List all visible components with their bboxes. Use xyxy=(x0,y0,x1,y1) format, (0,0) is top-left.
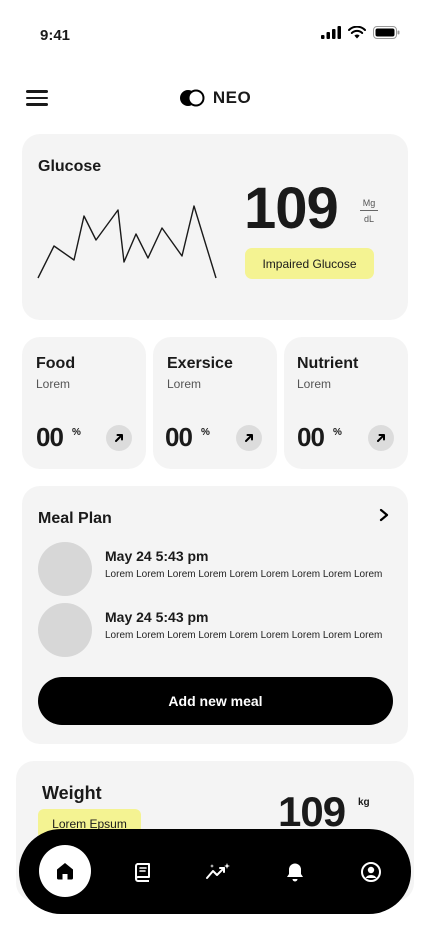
glucose-unit-top: Mg xyxy=(360,198,378,211)
glucose-unit-bottom: dL xyxy=(363,214,374,224)
profile-icon[interactable] xyxy=(341,829,401,914)
metric-value: 00 xyxy=(36,422,64,452)
glucose-status-badge: Impaired Glucose xyxy=(245,248,374,279)
brand-name: NEO xyxy=(212,88,252,107)
metric-subtitle: Lorem xyxy=(36,377,71,391)
bottom-nav xyxy=(19,829,411,914)
meal-plan-title: Meal Plan xyxy=(38,510,112,527)
cellular-signal-icon xyxy=(321,26,341,39)
weight-unit: kg xyxy=(358,797,370,808)
glucose-title: Glucose xyxy=(38,158,102,175)
weight-title: Weight xyxy=(42,783,102,803)
add-new-meal-button[interactable]: Add new meal xyxy=(38,677,393,725)
metric-title: Food xyxy=(36,355,76,372)
metric-card-nutrient[interactable]: Nutrient Lorem 00 % xyxy=(284,337,408,469)
glucose-sparkline-line xyxy=(37,205,217,279)
status-bar: 9:41 xyxy=(0,0,430,70)
book-icon[interactable] xyxy=(112,829,172,914)
meal-thumbnail xyxy=(38,542,92,596)
home-icon[interactable] xyxy=(39,845,91,897)
bell-icon[interactable] xyxy=(265,829,325,914)
battery-icon xyxy=(373,26,400,39)
meal-list-item[interactable]: May 24 5:43 pm Lorem Lorem Lorem Lorem L… xyxy=(38,542,394,598)
app-header: NEO xyxy=(0,80,430,120)
brand: NEO xyxy=(0,88,430,108)
weight-value: 109 xyxy=(278,788,346,835)
trend-sparkle-icon[interactable] xyxy=(188,829,248,914)
metric-unit: % xyxy=(201,427,210,438)
meal-plan-card: Meal Plan May 24 5:43 pm Lorem Lorem Lor… xyxy=(22,486,408,744)
wifi-icon xyxy=(348,26,366,39)
metric-card-food[interactable]: Food Lorem 00 % xyxy=(22,337,146,469)
meal-date: May 24 5:43 pm xyxy=(105,548,209,564)
status-icons xyxy=(321,26,400,39)
metric-subtitle: Lorem xyxy=(297,377,332,391)
chevron-right-icon[interactable] xyxy=(378,508,390,527)
glucose-sparkline xyxy=(37,205,217,279)
arrow-up-right-icon[interactable] xyxy=(236,425,262,451)
metric-value: 00 xyxy=(165,422,193,452)
meal-list-item[interactable]: May 24 5:43 pm Lorem Lorem Lorem Lorem L… xyxy=(38,603,394,659)
metric-subtitle: Lorem xyxy=(167,377,202,391)
metric-value: 00 xyxy=(297,422,325,452)
meal-description: Lorem Lorem Lorem Lorem Lorem Lorem Lore… xyxy=(105,569,383,580)
glucose-value: 109 xyxy=(244,176,339,241)
status-time: 9:41 xyxy=(40,27,71,44)
arrow-up-right-icon[interactable] xyxy=(368,425,394,451)
metric-title: Exersice xyxy=(167,355,233,372)
metric-title: Nutrient xyxy=(297,355,359,372)
glucose-card[interactable]: Glucose 109 Mg dL Impaired Glucose xyxy=(22,134,408,320)
meal-thumbnail xyxy=(38,603,92,657)
metric-unit: % xyxy=(72,427,81,438)
arrow-up-right-icon[interactable] xyxy=(106,425,132,451)
glucose-unit: Mg dL xyxy=(360,198,378,224)
meal-date: May 24 5:43 pm xyxy=(105,609,209,625)
meal-description: Lorem Lorem Lorem Lorem Lorem Lorem Lore… xyxy=(105,630,383,641)
neo-logo-icon xyxy=(179,89,205,107)
metric-unit: % xyxy=(333,427,342,438)
metric-card-exercise[interactable]: Exersice Lorem 00 % xyxy=(153,337,277,469)
